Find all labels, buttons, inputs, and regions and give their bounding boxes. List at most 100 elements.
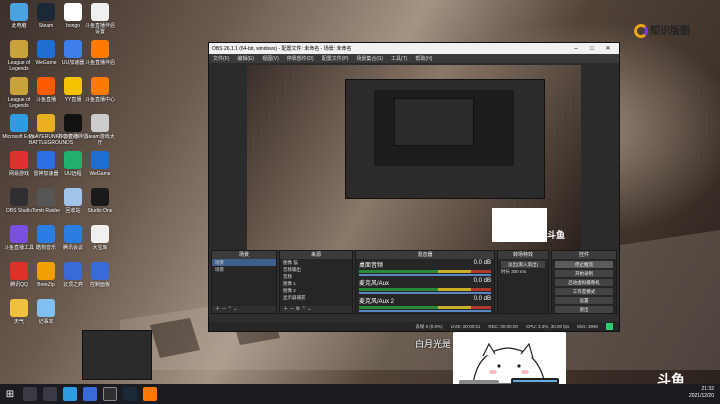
app-icon <box>91 114 109 132</box>
app-icon <box>64 77 82 95</box>
obs-menu-item[interactable]: 视图(V) <box>262 55 279 62</box>
app-icon <box>10 225 28 243</box>
status-drop: 丢帧 0 (0.0%) <box>415 323 443 329</box>
taskbar-preview-window[interactable] <box>82 330 152 380</box>
duration-label: 时长 <box>501 269 510 274</box>
desktop-icon[interactable]: 斗鱼直播伴侣设置 <box>83 3 117 35</box>
status-live: LIVE: 00:00:51 <box>450 324 481 329</box>
app-icon <box>10 151 28 169</box>
desktop-icon[interactable]: 记事本 <box>29 299 63 325</box>
status-kb: kb/s: 3990 <box>577 324 598 329</box>
volume-meter <box>359 288 491 291</box>
source-item[interactable]: 图像 1 <box>280 280 352 287</box>
control-button[interactable]: 工作室模式 <box>555 288 613 295</box>
scene-item[interactable]: 场景 <box>212 259 276 266</box>
app-icon <box>37 40 55 58</box>
desktop-icon-label: Studio One <box>87 208 113 214</box>
desktop-icon-label: 斗鱼直播伴侣设置 <box>84 23 115 35</box>
search-icon[interactable] <box>23 387 37 401</box>
volume-slider[interactable] <box>359 292 491 294</box>
app-icon <box>91 3 109 21</box>
sources-toolbar[interactable]: ＋ － ⚙ ⌃ ⌄ <box>280 306 352 313</box>
app-icon <box>37 77 55 95</box>
status-rec: REC: 00:00:00 <box>488 324 518 329</box>
obs-dock: 场景 场景 场景 ＋ － ⌃ ⌄ 来源 图像 猫音频输出 音频 图像 1 图像 2 显示器… <box>209 250 619 322</box>
obs-statusbar: 丢帧 0 (0.0%) LIVE: 00:00:51 REC: 00:00:00… <box>209 322 619 331</box>
desktop-icon-label: 记事本 <box>38 319 54 325</box>
app-icon <box>37 299 55 317</box>
volume-slider[interactable] <box>359 274 491 276</box>
desktop-icon-label: 大宝库 <box>92 245 108 251</box>
app-icon <box>91 77 109 95</box>
obs-preview[interactable]: 斗鱼 <box>247 65 581 250</box>
desktop-icon-label: WeGame <box>89 171 111 177</box>
desktop-icon[interactable]: 大宝库 <box>83 225 117 251</box>
mixer-panel-title: 混音器 <box>356 251 494 259</box>
clock-date: 2021/12/20 <box>688 393 714 399</box>
steam-taskbar-icon[interactable] <box>123 387 137 401</box>
app-icon <box>64 3 82 21</box>
source-item[interactable]: 显示器捕获 <box>280 294 352 301</box>
obs-menu-item[interactable]: 文件(F) <box>213 55 229 62</box>
desktop-icon[interactable]: 斗鱼直播伴侣 <box>83 40 117 66</box>
explorer-icon[interactable] <box>83 387 97 401</box>
scene-item[interactable]: 场景 <box>212 266 276 273</box>
obs-menu-item[interactable]: 停靠部件(D) <box>287 55 314 62</box>
source-item[interactable]: 音频输出 <box>280 266 352 273</box>
volume-slider[interactable] <box>359 310 491 312</box>
clock-time: 21:32 <box>701 386 714 392</box>
source-item[interactable]: 音频 <box>280 273 352 280</box>
app-icon <box>10 77 28 95</box>
obs-menu-item[interactable]: 场景集合(S) <box>356 55 383 62</box>
scenes-toolbar[interactable]: ＋ － ⌃ ⌄ <box>212 306 276 313</box>
minimize-icon[interactable]: – <box>568 46 584 52</box>
obs-taskbar-icon[interactable] <box>103 387 117 401</box>
transition-select[interactable]: 淡出(渐入渐出) <box>501 261 545 268</box>
obs-menu-item[interactable]: 帮助(H) <box>415 55 432 62</box>
stream-health-indicator <box>606 323 613 330</box>
desktop-icon-label: Steam游戏大厅 <box>85 134 115 146</box>
task-view-icon[interactable] <box>43 387 57 401</box>
duration-value[interactable]: 300 ms <box>511 269 526 274</box>
desktop-icon-label: 斗鱼直播中心 <box>84 97 115 103</box>
obs-menu-item[interactable]: 配置文件(P) <box>322 55 349 62</box>
desktop-icon[interactable]: 控制面板 <box>83 262 117 288</box>
control-button[interactable]: 启动虚拟摄像机 <box>555 279 613 286</box>
douyu-taskbar-icon[interactable] <box>143 387 157 401</box>
start-icon[interactable]: ⊞ <box>0 389 20 400</box>
nested-obs-window <box>345 79 545 199</box>
desktop-icon[interactable]: Steam游戏大厅 <box>83 114 117 146</box>
mixer-channel: 麦克风/Aux 0.0 dB <box>356 277 494 295</box>
close-icon[interactable]: ✕ <box>600 45 616 52</box>
mixer-channel-db: 0.0 dB <box>473 278 491 284</box>
app-icon <box>91 262 109 280</box>
obs-window[interactable]: OBS 26.1.1 (64-bit, windows) - 配置文件: 未命名… <box>208 42 620 332</box>
source-item[interactable]: 图像 猫 <box>280 259 352 266</box>
obs-titlebar[interactable]: OBS 26.1.1 (64-bit, windows) - 配置文件: 未命名… <box>209 43 619 54</box>
desktop-icon[interactable]: WeGame <box>83 151 117 177</box>
watermark-logo-icon <box>634 24 648 39</box>
control-button[interactable]: 停止推流 <box>555 261 613 268</box>
source-item[interactable]: 图像 2 <box>280 287 352 294</box>
app-icon <box>10 262 28 280</box>
edge-icon[interactable] <box>63 387 77 401</box>
app-icon <box>91 225 109 243</box>
obs-menu-item[interactable]: 编辑(E) <box>237 55 254 62</box>
controls-panel: 控件 停止推流 开始录制 启动虚拟摄像机 工作室模式 设置 退出 <box>551 250 617 314</box>
control-button[interactable]: 设置 <box>555 297 613 304</box>
nested-preview <box>374 90 514 166</box>
app-icon <box>37 151 55 169</box>
maximize-icon[interactable]: □ <box>584 46 600 52</box>
desktop-icon[interactable]: Studio One <box>83 188 117 214</box>
system-tray[interactable]: 21:32 2021/12/20 <box>689 386 714 400</box>
app-icon <box>64 114 82 132</box>
mixer-channel-name: 麦克风/Aux 2 <box>359 299 395 305</box>
app-icon <box>91 40 109 58</box>
watermark-text: 知识版图 <box>650 26 690 37</box>
control-button[interactable]: 开始录制 <box>555 270 613 277</box>
transition-duration[interactable]: 时长 300 ms <box>498 268 548 275</box>
control-button[interactable]: 退出 <box>555 306 613 313</box>
desktop-icon-label: 斗鱼直播伴侣 <box>84 60 115 66</box>
desktop-icon[interactable]: 斗鱼直播中心 <box>83 77 117 103</box>
obs-menu-item[interactable]: 工具(T) <box>391 55 407 62</box>
